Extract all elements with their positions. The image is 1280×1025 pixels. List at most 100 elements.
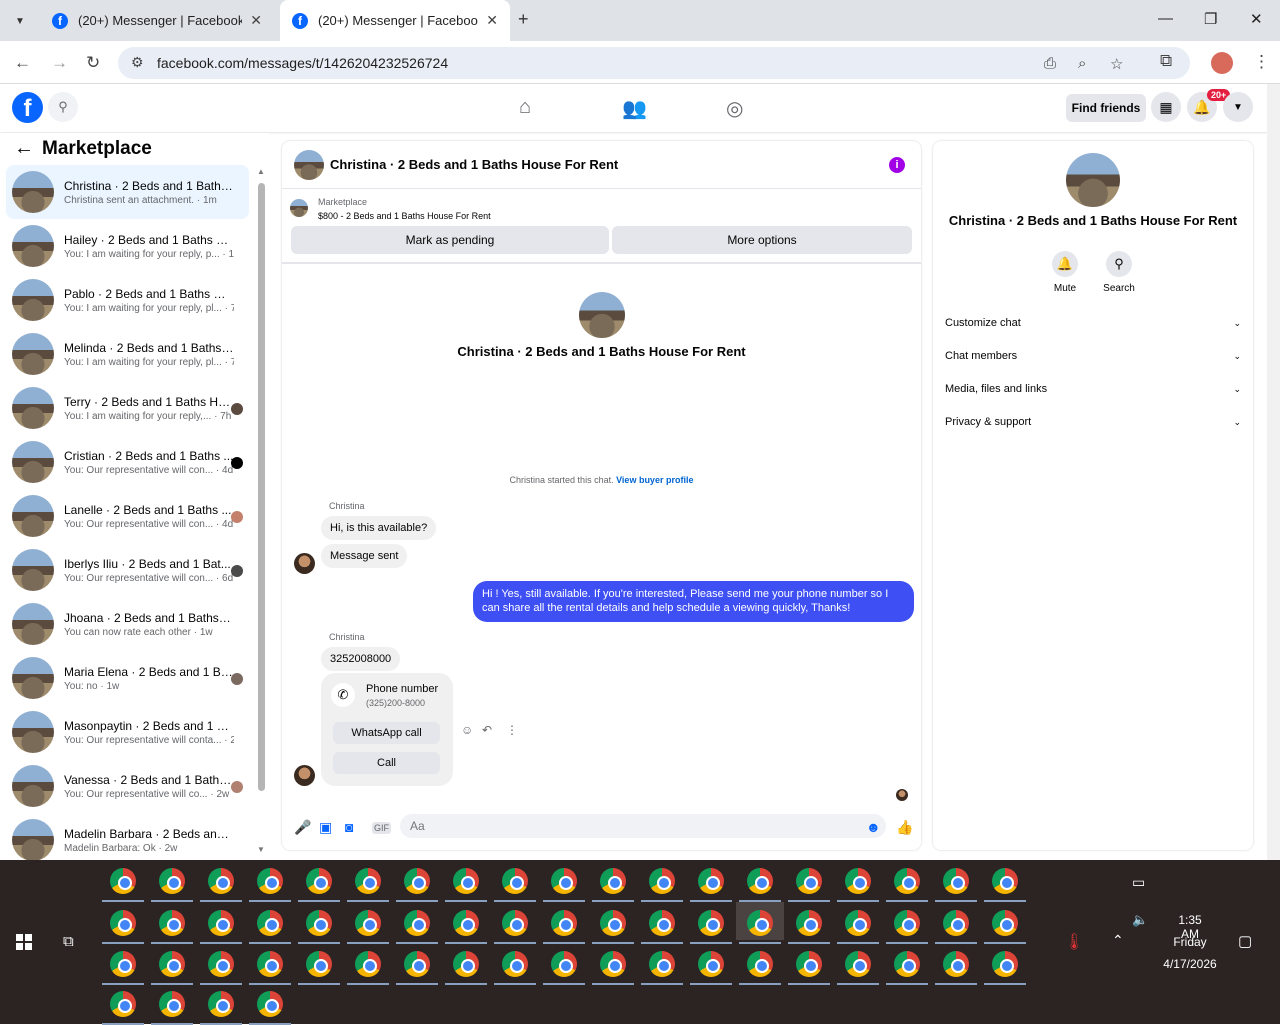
- forward-icon[interactable]: →: [51, 53, 68, 73]
- chat-title[interactable]: Christina · 2 Beds and 1 Baths House For…: [330, 157, 618, 172]
- taskbar-app-icon[interactable]: [355, 868, 381, 894]
- conversation-scrollbar[interactable]: ▲ ▼: [256, 167, 268, 854]
- taskbar-app-icon[interactable]: [845, 910, 871, 936]
- like-thumb-icon[interactable]: 👍: [896, 819, 913, 836]
- taskbar-app-icon[interactable]: [600, 951, 626, 977]
- conversation-item[interactable]: Terry · 2 Beds and 1 Baths Ho... You: I a…: [6, 381, 249, 435]
- search-button[interactable]: ⚲ Search: [1094, 251, 1144, 294]
- close-window-icon[interactable]: ✕: [1250, 10, 1263, 28]
- taskbar-app-icon[interactable]: [747, 868, 773, 894]
- taskbar-app-icon[interactable]: [208, 951, 234, 977]
- task-view-icon[interactable]: ⧉: [63, 933, 74, 950]
- minimize-icon[interactable]: —: [1158, 10, 1173, 27]
- taskbar-app-icon[interactable]: [110, 868, 136, 894]
- omnibox[interactable]: ⚙ facebook.com/messages/t/14262042325267…: [118, 47, 1190, 79]
- taskbar-app-icon[interactable]: [747, 910, 773, 936]
- taskbar-app-icon[interactable]: [355, 951, 381, 977]
- message-input[interactable]: [400, 814, 886, 838]
- taskbar-app-icon[interactable]: [257, 868, 283, 894]
- taskbar-app-icon[interactable]: [992, 868, 1018, 894]
- taskbar-app-icon[interactable]: [943, 910, 969, 936]
- taskbar-app-icon[interactable]: [110, 951, 136, 977]
- conversation-item[interactable]: Vanessa · 2 Beds and 1 Baths ... You: Our…: [6, 759, 249, 813]
- conversation-item[interactable]: Christina · 2 Beds and 1 Baths H... Chris…: [6, 165, 249, 219]
- taskbar-app-icon[interactable]: [600, 910, 626, 936]
- reply-icon[interactable]: ↶: [482, 723, 492, 737]
- groups-icon[interactable]: ◎: [726, 96, 743, 121]
- taskbar-app-icon[interactable]: [698, 951, 724, 977]
- scroll-up-icon[interactable]: ▲: [257, 167, 265, 176]
- taskbar-app-icon[interactable]: [208, 868, 234, 894]
- photo-icon[interactable]: ▣: [319, 819, 332, 836]
- message-bubble[interactable]: Message sent: [321, 544, 408, 568]
- view-buyer-profile-link[interactable]: View buyer profile: [616, 475, 693, 485]
- taskbar-app-icon[interactable]: [845, 951, 871, 977]
- volume-icon[interactable]: 🔈: [1132, 912, 1148, 928]
- call-button[interactable]: Call: [333, 752, 440, 774]
- taskbar-app-icon[interactable]: [306, 868, 332, 894]
- account-dropdown-icon[interactable]: ▼: [1223, 92, 1253, 122]
- taskbar-app-icon[interactable]: [257, 910, 283, 936]
- privacy-support-item[interactable]: Privacy & support ⌄: [945, 412, 1241, 432]
- taskbar-app-icon[interactable]: [698, 868, 724, 894]
- conversation-item[interactable]: Melinda · 2 Beds and 1 Baths H... You: I …: [6, 327, 249, 381]
- conversation-item[interactable]: Pablo · 2 Beds and 1 Baths Hou... You: I …: [6, 273, 249, 327]
- chevron-up-icon[interactable]: ⌃: [1112, 932, 1124, 949]
- conversation-item[interactable]: Jhoana · 2 Beds and 1 Baths Ho... You can…: [6, 597, 249, 651]
- taskbar-app-icon[interactable]: [796, 910, 822, 936]
- taskbar-app-icon[interactable]: [453, 951, 479, 977]
- media-files-links-item[interactable]: Media, files and links ⌄: [945, 379, 1241, 399]
- sender-avatar[interactable]: [294, 553, 315, 574]
- taskbar-app-icon[interactable]: [796, 868, 822, 894]
- taskbar-app-icon[interactable]: [649, 910, 675, 936]
- home-icon[interactable]: ⌂: [519, 96, 531, 119]
- extensions-icon[interactable]: ⧉: [1160, 51, 1172, 71]
- taskbar-app-icon[interactable]: [453, 868, 479, 894]
- network-icon[interactable]: ▭: [1132, 874, 1145, 891]
- url-text[interactable]: facebook.com/messages/t/1426204232526724: [157, 55, 448, 71]
- conversation-item[interactable]: Hailey · 2 Beds and 1 Baths Hou... You: I…: [6, 219, 249, 273]
- clock-date[interactable]: 4/17/2026: [1160, 957, 1220, 971]
- conversation-item[interactable]: Madelin Barbara · 2 Beds and 1 ... Madeli…: [6, 813, 249, 867]
- taskbar-app-icon[interactable]: [649, 868, 675, 894]
- taskbar-app-icon[interactable]: [306, 951, 332, 977]
- taskbar-app-icon[interactable]: [404, 951, 430, 977]
- taskbar-app-icon[interactable]: [453, 910, 479, 936]
- find-friends-button[interactable]: Find friends: [1066, 94, 1146, 122]
- whatsapp-call-button[interactable]: WhatsApp call: [333, 722, 440, 744]
- restore-icon[interactable]: ❐: [1204, 10, 1217, 28]
- taskbar-app-icon[interactable]: [894, 951, 920, 977]
- zoom-icon[interactable]: ⌕: [1078, 55, 1086, 72]
- taskbar-app-icon[interactable]: [649, 951, 675, 977]
- taskbar-app-icon[interactable]: [257, 951, 283, 977]
- taskbar-app-icon[interactable]: [404, 868, 430, 894]
- taskbar-app-icon[interactable]: [159, 868, 185, 894]
- profile-avatar[interactable]: [1066, 153, 1120, 207]
- more-icon[interactable]: ⋮: [506, 723, 518, 737]
- taskbar-app-icon[interactable]: [110, 991, 136, 1017]
- taskbar-app-icon[interactable]: [845, 868, 871, 894]
- taskbar-app-icon[interactable]: [992, 951, 1018, 977]
- react-icon[interactable]: ☺: [461, 723, 473, 737]
- install-app-icon[interactable]: ⎙: [1044, 55, 1056, 72]
- back-icon[interactable]: ←: [14, 53, 31, 73]
- conversation-item[interactable]: Iberlys Iliu · 2 Beds and 1 Bat... You: O…: [6, 543, 249, 597]
- conversation-item[interactable]: Cristian · 2 Beds and 1 Baths ... You: Ou…: [6, 435, 249, 489]
- site-info-icon[interactable]: ⚙: [131, 54, 144, 71]
- taskbar-app-icon[interactable]: [894, 910, 920, 936]
- message-bubble[interactable]: Hi, is this available?: [321, 516, 437, 540]
- taskbar-app-icon[interactable]: [796, 951, 822, 977]
- search-icon[interactable]: ⚲: [48, 92, 78, 122]
- avatar[interactable]: [294, 149, 324, 180]
- taskbar-app-icon[interactable]: [159, 991, 185, 1017]
- taskbar-app-icon[interactable]: [992, 910, 1018, 936]
- back-arrow-icon[interactable]: ←: [14, 137, 34, 160]
- menu-grid-icon[interactable]: ▦: [1151, 92, 1181, 122]
- taskbar-app-icon[interactable]: [600, 868, 626, 894]
- browser-tab-2[interactable]: f (20+) Messenger | Facebook ✕: [280, 0, 510, 41]
- taskbar-app-icon[interactable]: [747, 951, 773, 977]
- windows-start-icon[interactable]: [16, 934, 32, 950]
- message-bubble[interactable]: 3252008000: [321, 647, 401, 671]
- taskbar-app-icon[interactable]: [110, 910, 136, 936]
- my-message-bubble[interactable]: Hi ! Yes, still available. If you're int…: [473, 581, 914, 622]
